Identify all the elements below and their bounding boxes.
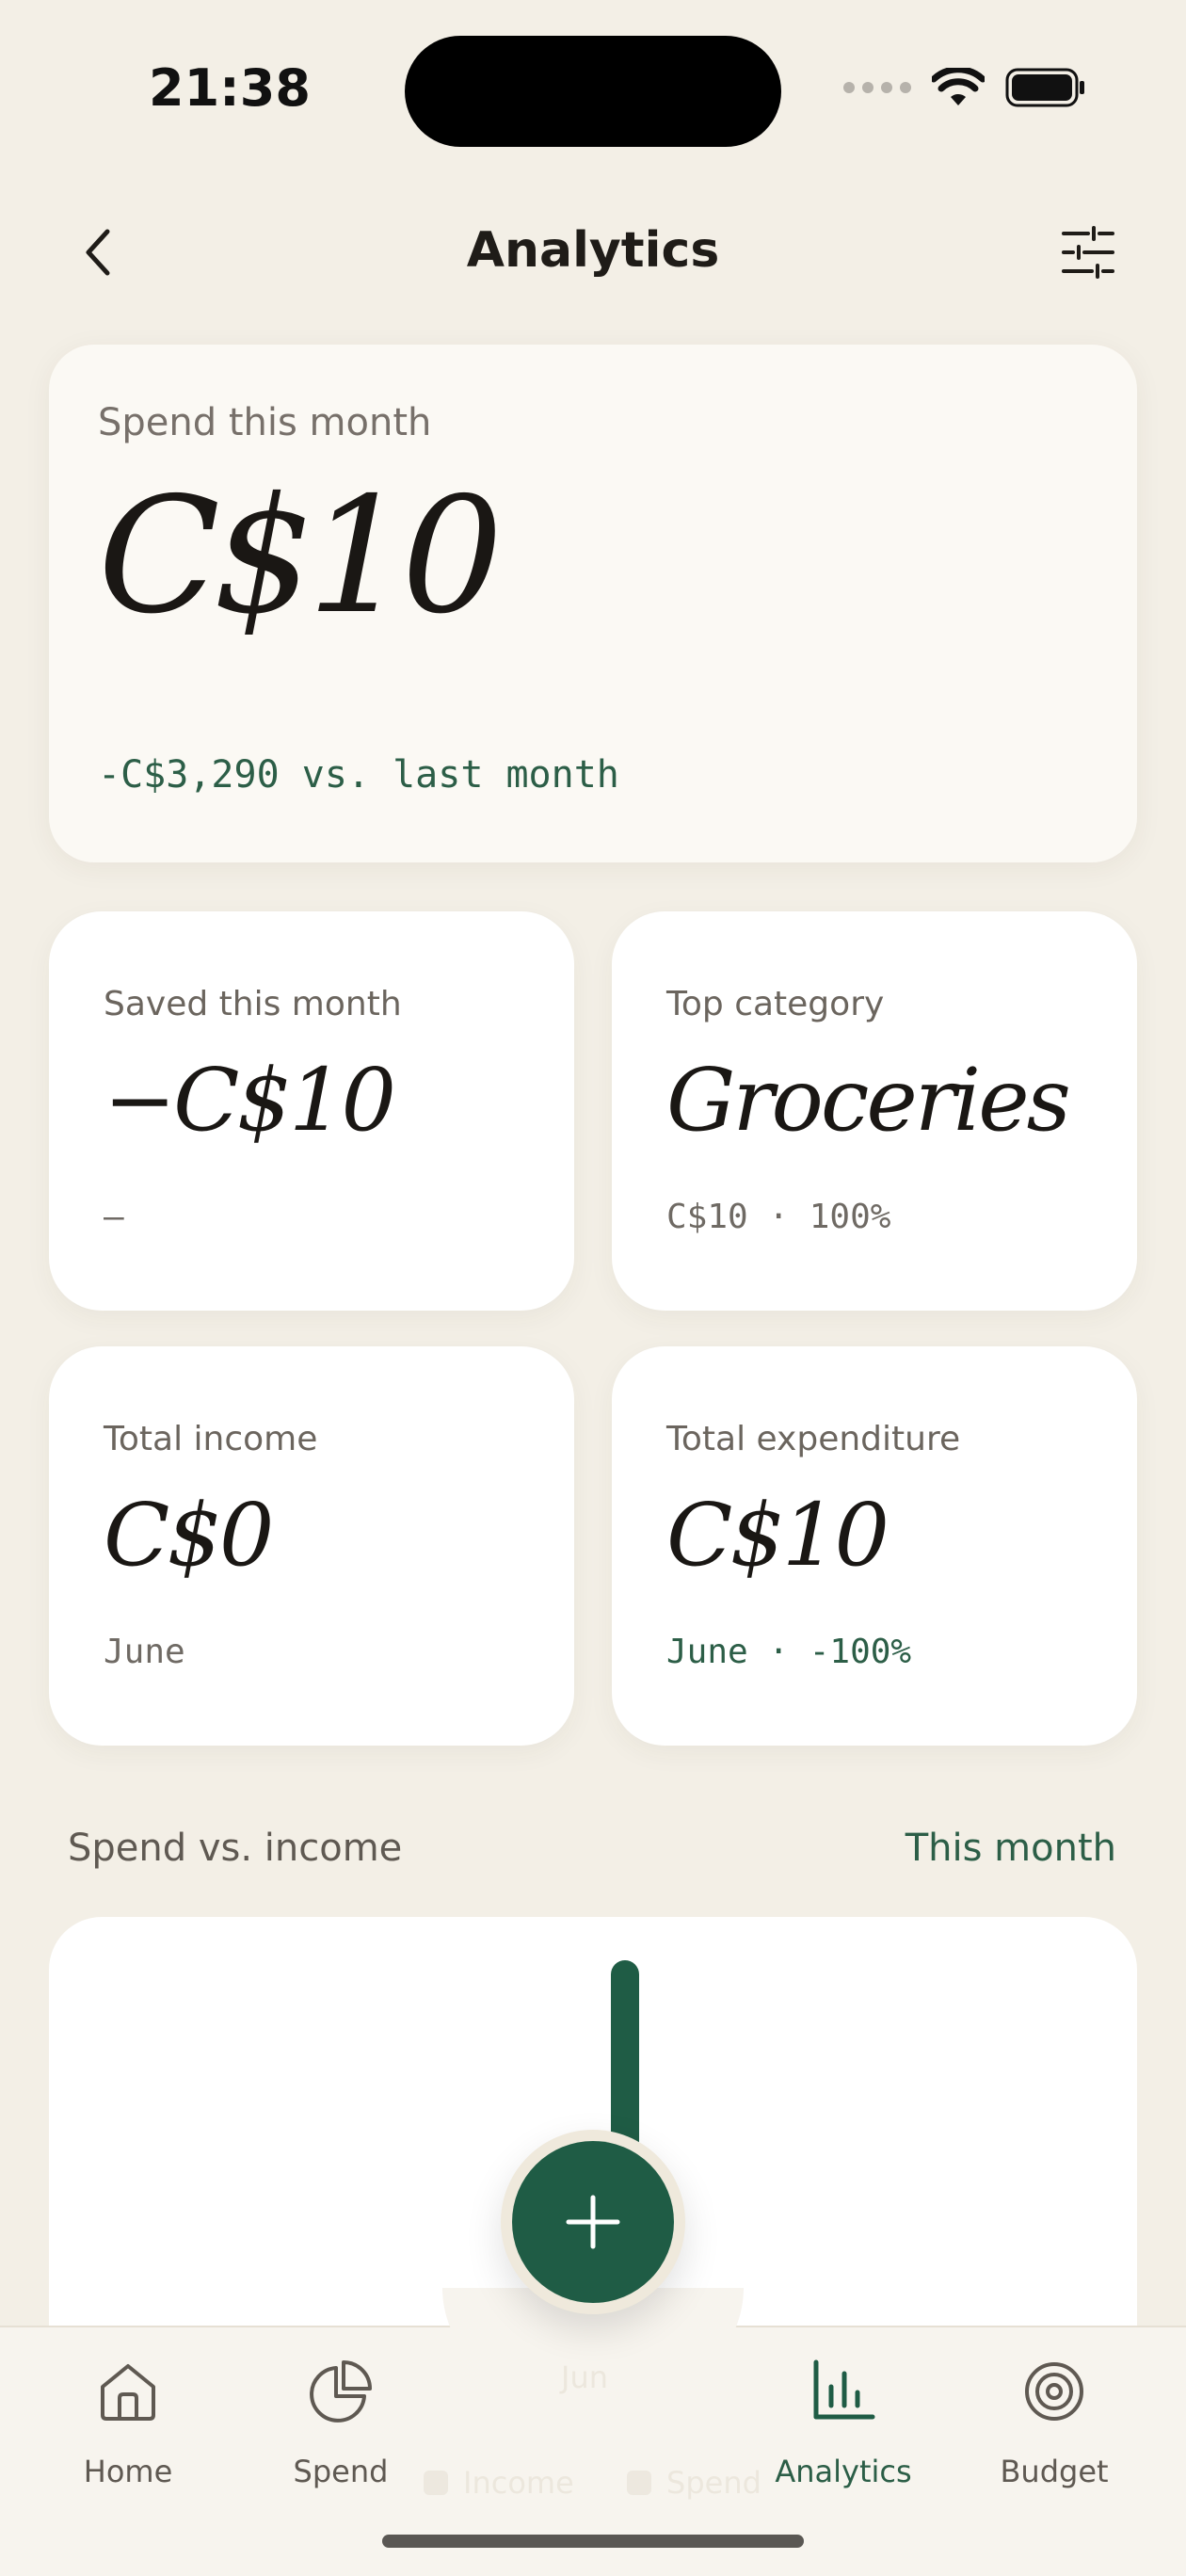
saved-card[interactable]: Saved this month −C$10 – (49, 911, 574, 1311)
period-selector[interactable]: This month (906, 1827, 1116, 1870)
spend-value: C$10 (98, 463, 504, 650)
home-indicator (382, 2535, 804, 2548)
nav-budget[interactable]: Budget (951, 2354, 1158, 2489)
expenditure-value: C$10 (666, 1485, 890, 1586)
top-category-label: Top category (666, 985, 885, 1023)
legend-spend-swatch (627, 2471, 651, 2495)
nav-analytics-label: Analytics (775, 2454, 912, 2489)
saved-value: −C$10 (104, 1050, 396, 1151)
spend-summary-card[interactable]: Spend this month C$10 -C$3,290 vs. last … (49, 345, 1137, 862)
top-category-sub: C$10 · 100% (666, 1198, 891, 1236)
nav-home[interactable]: Home (24, 2354, 232, 2489)
sliders-icon (1062, 226, 1114, 279)
spend-delta: -C$3,290 vs. last month (98, 753, 619, 797)
spend-label: Spend this month (98, 401, 432, 444)
income-card[interactable]: Total income C$0 June (49, 1346, 574, 1746)
wifi-icon (932, 68, 985, 105)
page-title: Analytics (466, 222, 720, 279)
income-sub: June (104, 1633, 185, 1671)
plus-icon (566, 2195, 620, 2249)
saved-sub: – (104, 1198, 124, 1236)
filter-button[interactable] (1058, 222, 1118, 282)
expenditure-label: Total expenditure (666, 1420, 961, 1458)
nav-home-label: Home (83, 2454, 173, 2489)
saved-label: Saved this month (104, 985, 402, 1023)
add-transaction-button[interactable] (512, 2141, 674, 2303)
home-icon (90, 2354, 166, 2429)
income-label: Total income (104, 1420, 318, 1458)
top-category-card[interactable]: Top category Groceries C$10 · 100% (612, 911, 1137, 1311)
bar-chart-icon (806, 2354, 881, 2429)
chart-x-label: Jun (561, 2359, 608, 2395)
dynamic-island (405, 36, 781, 147)
target-icon (1017, 2354, 1092, 2429)
expenditure-card[interactable]: Total expenditure C$10 June · -100% (612, 1346, 1137, 1746)
top-category-value: Groceries (666, 1050, 1071, 1151)
expenditure-sub: June · -100% (666, 1633, 912, 1671)
pie-chart-icon (303, 2354, 378, 2429)
legend-income-label: Income (463, 2465, 574, 2501)
status-time: 21:38 (149, 58, 311, 118)
section-title: Spend vs. income (68, 1827, 403, 1870)
nav-analytics[interactable]: Analytics (740, 2354, 947, 2489)
signal-dots-icon (843, 82, 911, 93)
status-icons (843, 68, 1086, 107)
income-value: C$0 (104, 1485, 274, 1586)
battery-icon (1005, 68, 1084, 107)
nav-spend[interactable]: Spend (237, 2354, 444, 2489)
nav-spend-label: Spend (293, 2454, 389, 2489)
nav-budget-label: Budget (1000, 2454, 1109, 2489)
